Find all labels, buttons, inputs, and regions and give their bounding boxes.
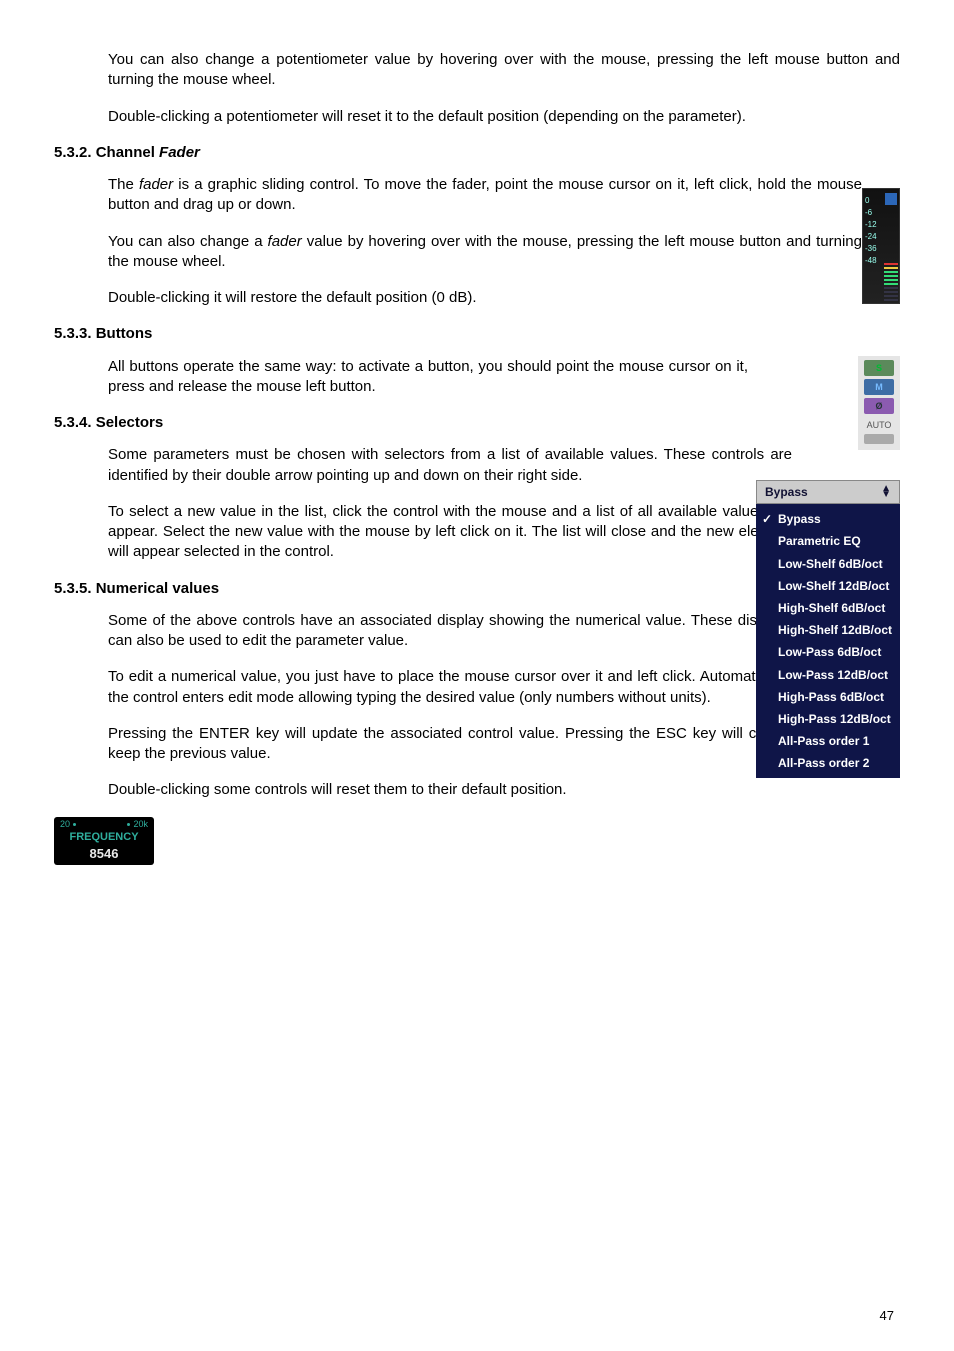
- selector-item: Low-Shelf 12dB/oct: [756, 575, 900, 597]
- selector-item: High-Shelf 12dB/oct: [756, 619, 900, 641]
- heading-italic: Fader: [159, 144, 200, 161]
- paragraph: To select a new value in the list, click…: [108, 502, 792, 563]
- paragraph: You can also change a fader value by hov…: [108, 232, 862, 273]
- heading-5-3-4: 5.3.4. Selectors: [54, 413, 900, 433]
- fader-illustration: 0 -6 -12 -24 -36 -48: [862, 188, 900, 304]
- paragraph: Double-clicking it will restore the defa…: [108, 288, 900, 308]
- fader-tick: -6: [865, 207, 877, 219]
- paragraph: To edit a numerical value, you just have…: [108, 667, 792, 708]
- freq-tick-lo: 20: [60, 819, 70, 829]
- fader-tick: -12: [865, 219, 877, 231]
- paragraph: Some of the above controls have an assoc…: [108, 611, 792, 652]
- fader-tick: 0: [865, 195, 877, 207]
- fader-tick: -36: [865, 243, 877, 255]
- phase-button-icon: Ø: [864, 398, 894, 414]
- solo-button-icon: S: [864, 360, 894, 376]
- selector-item: Parametric EQ: [756, 530, 900, 552]
- paragraph: You can also change a potentiometer valu…: [108, 50, 900, 91]
- selector-item: All-Pass order 1: [756, 730, 900, 752]
- selector-menu: Bypass Parametric EQ Low-Shelf 6dB/oct L…: [756, 504, 900, 778]
- fader-tick: -24: [865, 231, 877, 243]
- text-italic: fader: [268, 233, 302, 250]
- text: You can also change a: [108, 233, 268, 250]
- fader-meter: [884, 261, 898, 301]
- selector-item: Low-Pass 12dB/oct: [756, 664, 900, 686]
- text-italic: fader: [139, 176, 173, 193]
- paragraph: Double-clicking some controls will reset…: [108, 780, 900, 800]
- selector-item: High-Pass 12dB/oct: [756, 708, 900, 730]
- fader-thumb-icon: [885, 193, 897, 205]
- selector-item: Low-Shelf 6dB/oct: [756, 553, 900, 575]
- selector-head: Bypass ▲▼: [756, 480, 900, 504]
- paragraph: All buttons operate the same way: to act…: [108, 357, 748, 398]
- selector-item: High-Pass 6dB/oct: [756, 686, 900, 708]
- paragraph: Double-clicking a potentiometer will res…: [108, 107, 900, 127]
- selector-illustration: Bypass ▲▼ Bypass Parametric EQ Low-Shelf…: [756, 480, 900, 778]
- mute-button-icon: M: [864, 379, 894, 395]
- selector-item: Low-Pass 6dB/oct: [756, 641, 900, 663]
- freq-value: 8546: [90, 845, 119, 863]
- selector-value: Bypass: [765, 484, 808, 500]
- paragraph: Some parameters must be chosen with sele…: [108, 445, 792, 486]
- auto-slot-icon: [864, 434, 894, 444]
- selector-item: High-Shelf 6dB/oct: [756, 597, 900, 619]
- text: The: [108, 176, 139, 193]
- page-number: 47: [880, 1307, 894, 1325]
- heading-text: 5.3.2. Channel: [54, 144, 159, 161]
- frequency-display-illustration: 20 20k FREQUENCY 8546: [54, 817, 154, 865]
- freq-tick-hi: 20k: [133, 819, 148, 829]
- updown-arrows-icon: ▲▼: [881, 486, 891, 498]
- auto-label: AUTO: [867, 419, 892, 431]
- selector-item: Bypass: [756, 508, 900, 530]
- buttons-illustration: S M Ø AUTO: [858, 356, 900, 450]
- paragraph: The fader is a graphic sliding control. …: [108, 175, 862, 216]
- fader-tick: -48: [865, 255, 877, 267]
- heading-5-3-2: 5.3.2. Channel Fader: [54, 143, 900, 163]
- selector-item: All-Pass order 2: [756, 752, 900, 774]
- text: is a graphic sliding control. To move th…: [108, 176, 862, 213]
- heading-5-3-3: 5.3.3. Buttons: [54, 324, 900, 344]
- freq-label: FREQUENCY: [69, 830, 138, 845]
